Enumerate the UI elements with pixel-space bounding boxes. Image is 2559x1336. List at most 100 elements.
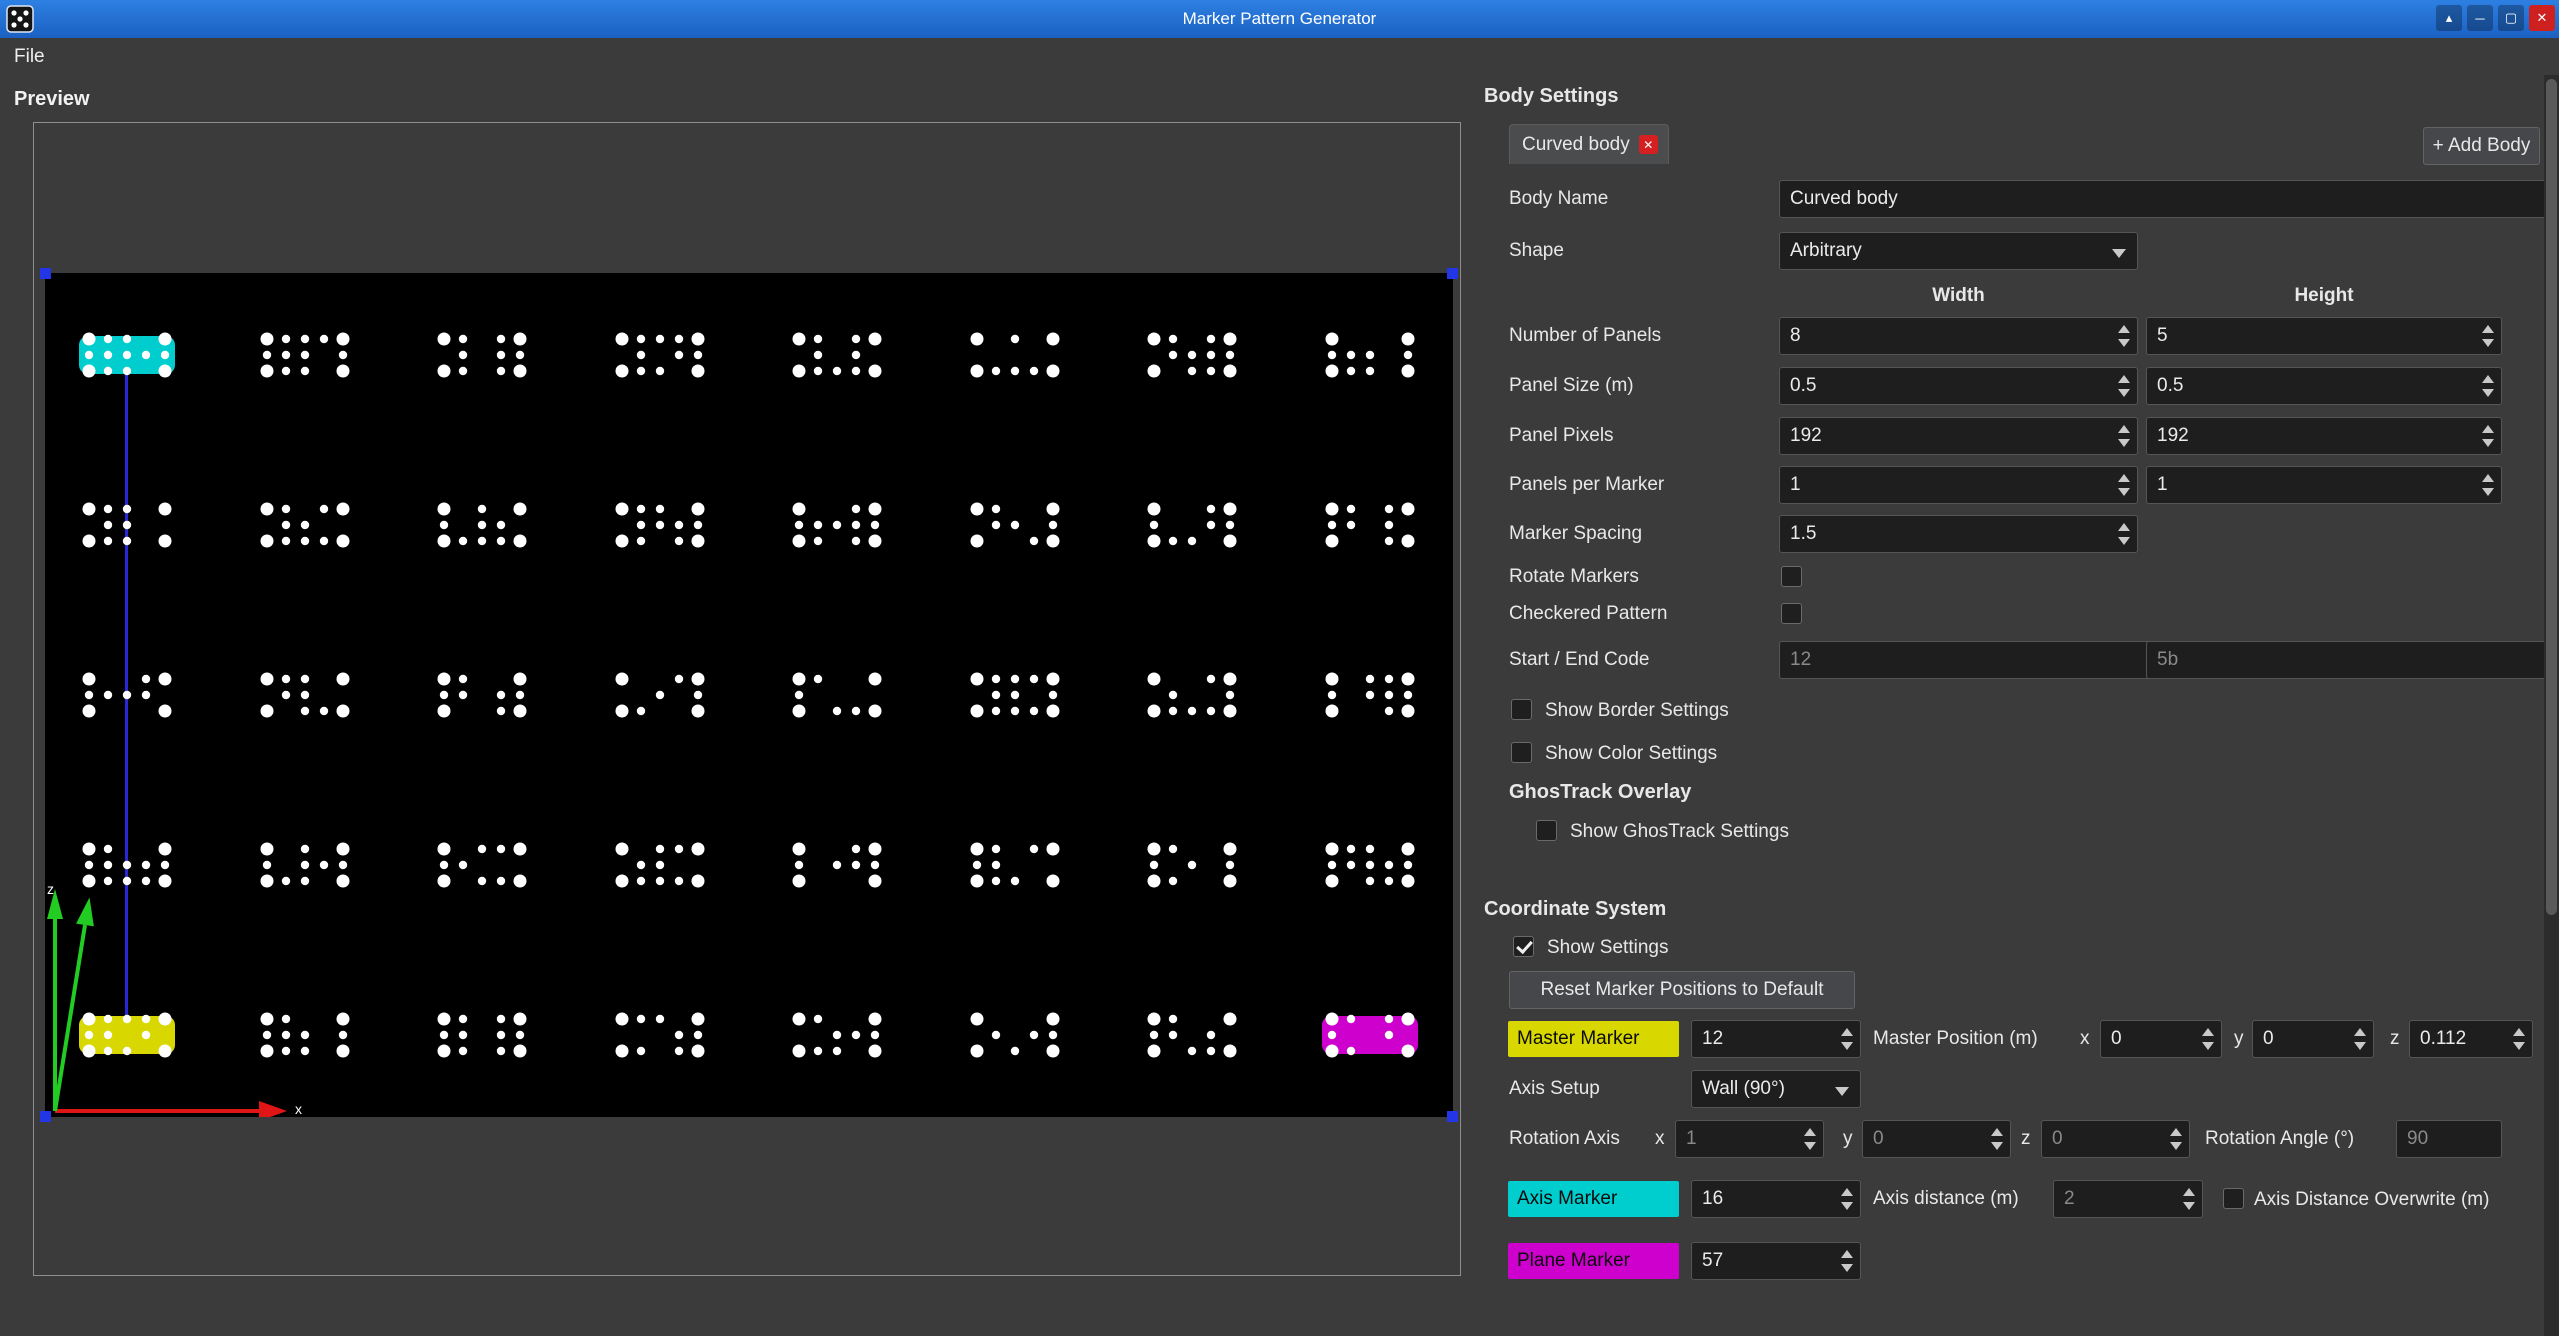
app-icon[interactable] [6,5,34,33]
rotation-z-spinner[interactable] [2041,1120,2190,1158]
vertical-scrollbar[interactable] [2544,75,2559,1336]
spin-up-icon[interactable] [2118,474,2130,482]
spinner-arrows[interactable] [1984,1121,2010,1157]
panels-per-marker-width-input[interactable] [1779,466,2138,504]
spin-down-icon[interactable] [1841,1202,1853,1210]
show-border-checkbox[interactable] [1511,699,1532,720]
spin-up-icon[interactable] [2482,375,2494,383]
spin-up-icon[interactable] [2482,425,2494,433]
spinner-arrows[interactable] [2111,467,2137,503]
add-body-button[interactable]: + Add Body [2423,127,2540,165]
panels-width-input[interactable] [1779,317,2138,355]
master-x-spinner[interactable] [2100,1020,2222,1058]
panels-height-spinner[interactable] [2146,317,2502,355]
canvas-handle-top-right[interactable] [1447,268,1458,279]
spin-down-icon[interactable] [1991,1142,2003,1150]
spin-down-icon[interactable] [2513,1042,2525,1050]
spin-down-icon[interactable] [2482,339,2494,347]
spin-up-icon[interactable] [2118,375,2130,383]
minimize-button[interactable]: ─ [2467,5,2493,31]
spin-up-icon[interactable] [2482,474,2494,482]
panels-width-spinner[interactable] [1779,317,2138,355]
spinner-arrows[interactable] [2195,1021,2221,1057]
panel-pixels-height-spinner[interactable] [2146,417,2502,455]
panel-pixels-width-spinner[interactable] [1779,417,2138,455]
rollup-button[interactable]: ▴ [2436,5,2462,31]
spin-down-icon[interactable] [2118,537,2130,545]
spin-down-icon[interactable] [2183,1202,2195,1210]
rotation-angle-input[interactable] [2396,1120,2502,1158]
preview-canvas[interactable]: x z [45,273,1453,1117]
spin-down-icon[interactable] [2118,389,2130,397]
panels-height-input[interactable] [2146,317,2502,355]
spin-up-icon[interactable] [2118,325,2130,333]
checkered-pattern-checkbox[interactable] [1781,603,1802,624]
axis-overwrite-checkbox[interactable] [2223,1188,2244,1209]
plane-marker-spinner[interactable] [1691,1242,1861,1280]
panel-size-height-spinner[interactable] [2146,367,2502,405]
spin-up-icon[interactable] [2183,1188,2195,1196]
spinner-arrows[interactable] [2475,467,2501,503]
scrollbar-thumb[interactable] [2546,79,2557,915]
panels-per-marker-height-spinner[interactable] [2146,466,2502,504]
reset-marker-positions-button[interactable]: Reset Marker Positions to Default [1509,971,1855,1009]
spin-up-icon[interactable] [1841,1028,1853,1036]
panel-pixels-width-input[interactable] [1779,417,2138,455]
spinner-arrows[interactable] [2475,318,2501,354]
spin-down-icon[interactable] [2118,439,2130,447]
panels-per-marker-width-spinner[interactable] [1779,466,2138,504]
spinner-arrows[interactable] [1834,1243,1860,1279]
panel-pixels-height-input[interactable] [2146,417,2502,455]
body-name-input[interactable] [1779,180,2559,218]
master-marker-spinner[interactable] [1691,1020,1861,1058]
spinner-arrows[interactable] [2111,516,2137,552]
spin-down-icon[interactable] [1804,1142,1816,1150]
spinner-arrows[interactable] [2111,418,2137,454]
spin-up-icon[interactable] [2170,1128,2182,1136]
end-code-input[interactable] [2146,641,2559,679]
rotation-y-spinner[interactable] [1862,1120,2011,1158]
spinner-arrows[interactable] [2347,1021,2373,1057]
spin-down-icon[interactable] [2482,439,2494,447]
master-z-spinner[interactable] [2409,1020,2533,1058]
spinner-arrows[interactable] [2475,418,2501,454]
spin-down-icon[interactable] [2354,1042,2366,1050]
tab-curved-body[interactable]: Curved body ✕ [1509,124,1669,164]
axis-marker-spinner[interactable] [1691,1180,1861,1218]
show-ghostrack-checkbox[interactable] [1536,820,1557,841]
show-color-checkbox[interactable] [1511,742,1532,763]
spin-up-icon[interactable] [1841,1188,1853,1196]
spin-up-icon[interactable] [2118,523,2130,531]
spin-down-icon[interactable] [1841,1042,1853,1050]
spin-up-icon[interactable] [2118,425,2130,433]
panel-size-width-input[interactable] [1779,367,2138,405]
spinner-arrows[interactable] [2506,1021,2532,1057]
spin-down-icon[interactable] [2482,389,2494,397]
spin-down-icon[interactable] [1841,1264,1853,1272]
marker-spacing-spinner[interactable] [1779,515,2138,553]
master-y-spinner[interactable] [2252,1020,2374,1058]
canvas-handle-bottom-right[interactable] [1447,1111,1458,1122]
menu-file[interactable]: File [0,38,59,76]
close-tab-icon[interactable]: ✕ [1639,135,1658,154]
panel-size-height-input[interactable] [2146,367,2502,405]
panels-per-marker-height-input[interactable] [2146,466,2502,504]
marker-spacing-input[interactable] [1779,515,2138,553]
spin-down-icon[interactable] [2118,339,2130,347]
spin-down-icon[interactable] [2202,1042,2214,1050]
maximize-button[interactable]: ▢ [2498,5,2524,31]
spinner-arrows[interactable] [2163,1121,2189,1157]
spin-up-icon[interactable] [2202,1028,2214,1036]
spinner-arrows[interactable] [1797,1121,1823,1157]
spin-down-icon[interactable] [2170,1142,2182,1150]
spinner-arrows[interactable] [2475,368,2501,404]
spinner-arrows[interactable] [2111,318,2137,354]
spin-down-icon[interactable] [2482,488,2494,496]
rotation-x-spinner[interactable] [1675,1120,1824,1158]
spin-up-icon[interactable] [2354,1028,2366,1036]
spinner-arrows[interactable] [1834,1021,1860,1057]
spin-up-icon[interactable] [1991,1128,2003,1136]
spin-down-icon[interactable] [2118,488,2130,496]
spin-up-icon[interactable] [1804,1128,1816,1136]
spin-up-icon[interactable] [2482,325,2494,333]
